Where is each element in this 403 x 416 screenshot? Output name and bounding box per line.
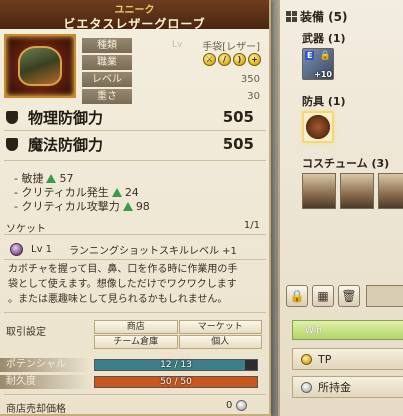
enhance-level: +10	[314, 70, 332, 79]
attr-row-level: レベル 350	[82, 72, 268, 87]
costume-slot-2[interactable]	[340, 173, 374, 209]
socket-gem: Lv 1 ランニングショットスキルレベル +1	[10, 240, 266, 258]
up-arrow-icon	[122, 201, 133, 211]
trade-option-personal: 個人	[178, 335, 262, 349]
potential-value: 12 / 13	[160, 360, 192, 370]
item-description: カボチャを握って目、鼻、口を作る時に作業用の手 袋として使えます。想像しただけで…	[8, 264, 238, 305]
tp-coin-icon	[301, 353, 312, 365]
sword-icon: ⚔	[203, 53, 216, 66]
trade-option-market: マーケット	[178, 320, 262, 334]
trade-option-team-storage: チーム倉庫	[94, 335, 178, 349]
job-requirement-icons: ⚔ / ) +	[203, 53, 261, 66]
durability-bar: 50 / 50	[94, 376, 258, 388]
trade-option-shop: 商店	[94, 320, 178, 334]
magic-defense-row: 魔法防御力 505	[6, 133, 268, 155]
equipment-title: 装備 (5)	[286, 8, 348, 25]
trade-settings-label: 取引設定	[6, 327, 46, 338]
physical-defense-value: 505	[222, 108, 254, 126]
item-rarity: ユニーク	[114, 5, 155, 16]
trash-icon: 🗑	[341, 289, 357, 303]
costume-section-label: コスチューム (3)	[302, 157, 390, 170]
glove-icon	[18, 46, 62, 86]
grid-icon	[286, 11, 297, 22]
armor-section-label: 防具 (1)	[302, 95, 346, 108]
divider	[4, 394, 266, 395]
attr-label: 職業	[82, 55, 132, 70]
divider	[4, 312, 266, 313]
divider	[4, 130, 266, 131]
divider	[4, 160, 266, 161]
costume-slot-3[interactable]	[378, 173, 403, 209]
divider	[4, 259, 266, 260]
attr-value: 30	[247, 91, 260, 102]
magic-defense-value: 505	[222, 135, 254, 153]
cross-icon: +	[248, 53, 261, 66]
trash-button[interactable]: 🗑	[338, 285, 360, 307]
silver-coin-icon	[236, 400, 248, 411]
grid-button[interactable]: ▦	[312, 285, 334, 307]
weapon-slot[interactable]: E 🔒 +10	[302, 48, 334, 80]
lock-icon: 🔒	[289, 289, 305, 303]
potential-bar: 12 / 13	[94, 359, 258, 371]
stat-crit-attack: - クリティカル攻撃力 98	[14, 199, 150, 214]
durability-value: 50 / 50	[160, 377, 192, 387]
attr-value: 手袋[レザー]	[202, 42, 260, 53]
shield-icon	[6, 137, 18, 151]
equipped-badge: E	[305, 51, 315, 60]
lock-icon: 🔒	[319, 51, 331, 61]
armor-slot-glove[interactable]	[302, 111, 334, 143]
win-bar[interactable]: Win	[292, 320, 403, 340]
grid-icon: ▦	[317, 289, 329, 303]
store-price: 0	[226, 400, 248, 411]
store-price-value: 0	[226, 400, 233, 411]
weapon-section-label: 武器 (1)	[302, 32, 346, 45]
gem-icon	[10, 242, 23, 256]
tool-extra-button[interactable]	[366, 285, 403, 307]
attr-label: 種類	[82, 38, 132, 53]
shield-icon	[6, 110, 18, 124]
gem-level: Lv 1	[31, 243, 53, 255]
socket-count: 1/1	[243, 220, 260, 231]
physical-defense-row: 物理防御力 505	[6, 106, 268, 128]
durability-label: 耐久度	[0, 375, 90, 389]
potential-label: ポテンシャル	[0, 358, 90, 372]
attr-row-weight: 重さ 30	[82, 89, 268, 104]
lock-button[interactable]: 🔒	[286, 285, 308, 307]
gem-name: ランニングショットスキルレベル +1	[69, 245, 237, 257]
item-portrait	[4, 34, 76, 98]
item-tooltip: ユニーク ビエタスレザーグローブ Lv 種類 手袋[レザー] 職業 ⚔ / ) …	[0, 0, 271, 416]
store-price-label: 商店売却価格	[6, 404, 66, 415]
socket-header: ソケット 1/1	[6, 220, 260, 235]
attr-label: レベル	[82, 72, 132, 87]
attr-row-type: 種類 手袋[レザー]	[82, 38, 268, 53]
attr-value: 350	[240, 74, 260, 85]
item-name: ビエタスレザーグローブ	[63, 17, 206, 31]
bow-icon: )	[233, 53, 246, 66]
attr-label: 重さ	[82, 89, 132, 104]
costume-slot-1[interactable]	[302, 173, 336, 209]
currency-money[interactable]: 所持金	[292, 376, 403, 398]
silver-coin-icon	[301, 381, 312, 393]
tooltip-header: ユニーク ビエタスレザーグローブ	[0, 0, 269, 31]
up-arrow-icon	[46, 173, 57, 183]
sword-icon: /	[218, 53, 231, 66]
trade-settings-grid: 商店 マーケット チーム倉庫 個人	[94, 320, 262, 349]
currency-tp[interactable]: TP	[292, 348, 403, 370]
up-arrow-icon	[111, 187, 122, 197]
divider	[4, 234, 266, 235]
